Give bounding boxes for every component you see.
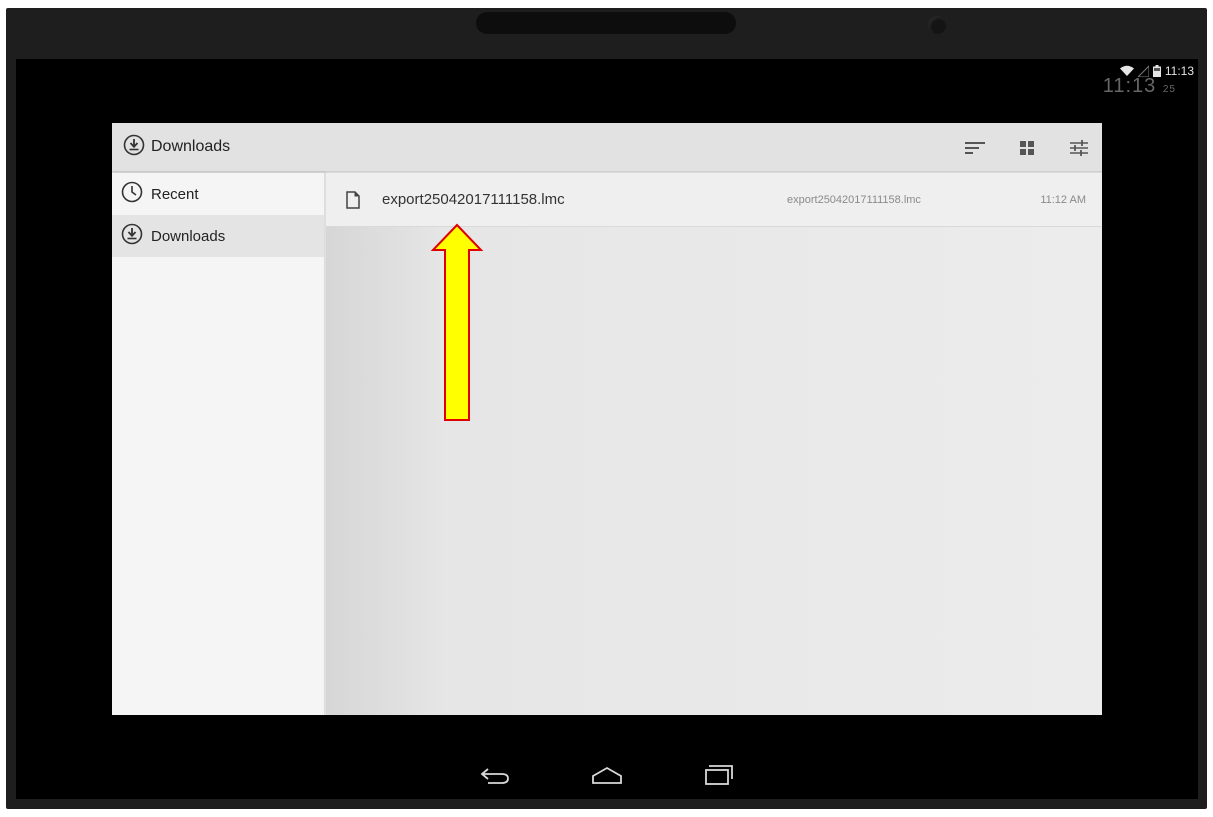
ghost-clock: 11:13 25: [1103, 75, 1176, 98]
device-screen: 11:13 11:13 25 Downloads Recent Download…: [16, 59, 1198, 799]
sidebar: Recent Downloads: [112, 173, 325, 715]
annotation-arrow: [430, 223, 484, 421]
file-summary: export25042017111158.lmc: [787, 193, 921, 206]
header-title: Downloads: [151, 138, 231, 155]
grid-view-icon[interactable]: [1014, 135, 1040, 161]
sidebar-item-label: Recent: [151, 185, 199, 203]
sidebar-item-downloads[interactable]: Downloads: [112, 215, 324, 257]
device-speaker: [476, 12, 736, 34]
recent-apps-icon[interactable]: [695, 755, 743, 795]
download-icon: [123, 134, 145, 161]
ghost-clock-seconds: 25: [1162, 84, 1176, 95]
file-picker-dialog: Downloads Recent Downloads export2504201…: [112, 123, 1102, 715]
header-title-group: Downloads: [123, 134, 230, 161]
sort-icon[interactable]: [962, 135, 988, 161]
dialog-header: Downloads: [112, 123, 1102, 172]
settings-sliders-icon[interactable]: [1066, 135, 1092, 161]
navigation-bar: [16, 751, 1198, 799]
file-icon: [346, 190, 360, 209]
file-name: export25042017111158.lmc: [382, 191, 565, 208]
file-date: 11:12 AM: [1040, 193, 1086, 206]
clock-icon: [121, 181, 143, 208]
sidebar-item-label: Downloads: [151, 227, 226, 245]
device-camera: [928, 16, 946, 34]
list-item[interactable]: export25042017111158.lmc export250420171…: [326, 173, 1102, 227]
sidebar-item-recent[interactable]: Recent: [112, 173, 324, 215]
header-actions: [962, 123, 1092, 172]
home-icon[interactable]: [583, 755, 631, 795]
download-icon: [121, 223, 143, 250]
ghost-clock-time: 11:13: [1102, 75, 1157, 97]
back-icon[interactable]: [471, 755, 519, 795]
